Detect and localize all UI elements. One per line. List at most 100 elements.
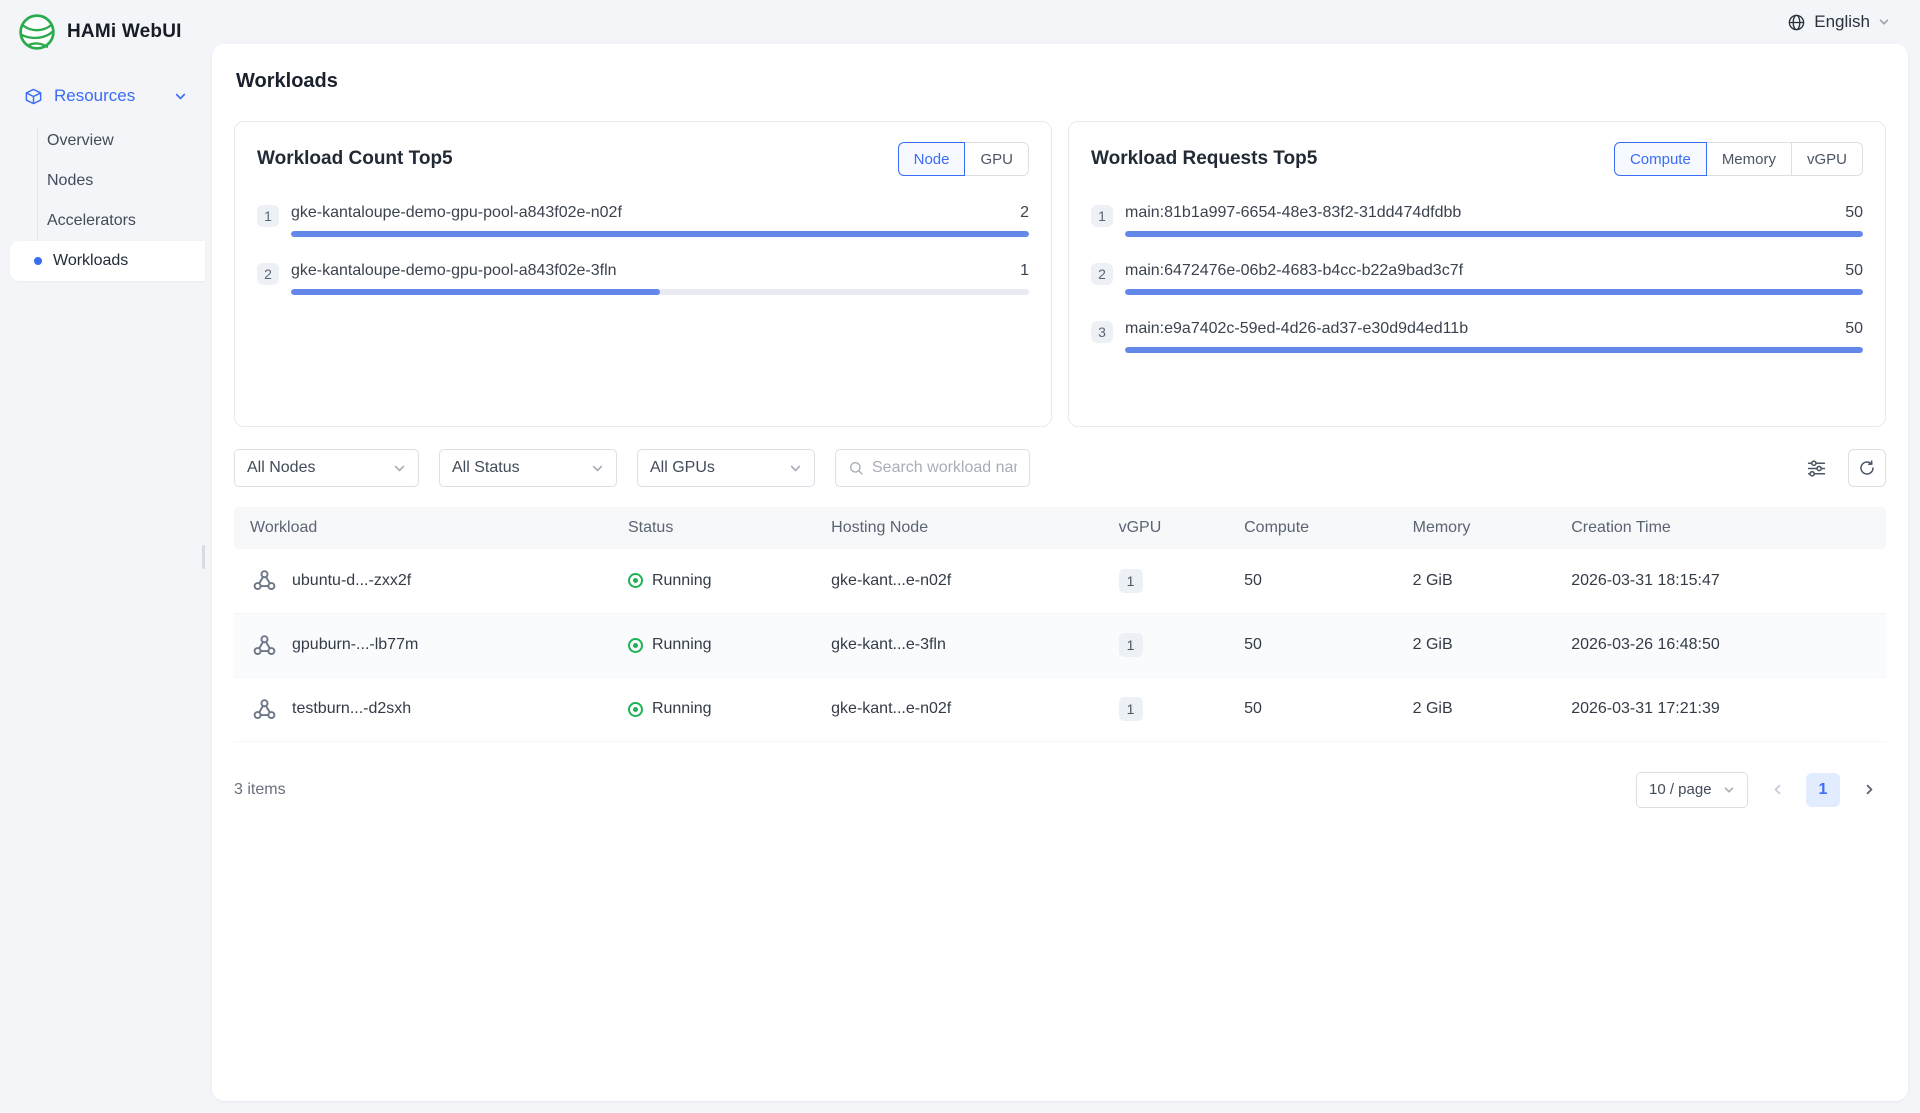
tab-compute[interactable]: Compute: [1614, 142, 1707, 176]
workloads-table: Workload Status Hosting Node vGPU Comput…: [234, 507, 1886, 742]
tab-node[interactable]: Node: [898, 142, 966, 176]
gpu-filter-select[interactable]: All GPUs: [637, 449, 815, 487]
tab-memory[interactable]: Memory: [1706, 142, 1792, 176]
sidebar-item-nodes[interactable]: Nodes: [0, 161, 205, 201]
sidebar-item-label: Nodes: [47, 172, 93, 190]
table-row[interactable]: gpuburn-...-lb77m Running gke-kant...e-3…: [234, 613, 1886, 677]
prev-page-button[interactable]: [1760, 773, 1794, 807]
language-label: English: [1814, 12, 1870, 32]
entry-name: gke-kantaloupe-demo-gpu-pool-a843f02e-3f…: [291, 262, 1006, 280]
workload-count-card: Workload Count Top5 Node GPU 1 gke-kanta…: [234, 121, 1052, 427]
status-filter-value: All Status: [452, 459, 520, 477]
count-entry-1: 1 gke-kantaloupe-demo-gpu-pool-a843f02e-…: [257, 204, 1029, 237]
workload-search: [835, 449, 1030, 487]
vgpu-badge: 1: [1119, 697, 1143, 721]
language-picker[interactable]: English: [1787, 12, 1890, 32]
col-header-creation-time: Creation Time: [1557, 507, 1886, 549]
running-status-icon: [628, 638, 643, 653]
requests-card-tab-group: Compute Memory vGPU: [1614, 142, 1863, 176]
workload-requests-title: Workload Requests Top5: [1091, 148, 1317, 170]
node-filter-value: All Nodes: [247, 459, 315, 477]
node-filter-select[interactable]: All Nodes: [234, 449, 419, 487]
memory-value: 2 GiB: [1399, 549, 1558, 613]
workload-icon: [250, 695, 279, 724]
request-entry-1: 1 main:81b1a997-6654-48e3-83f2-31dd474df…: [1091, 204, 1863, 237]
table-header-row: Workload Status Hosting Node vGPU Comput…: [234, 507, 1886, 549]
sidebar-item-accelerators[interactable]: Accelerators: [0, 201, 205, 241]
page-size-value: 10 / page: [1649, 781, 1712, 798]
request-entry-3: 3 main:e9a7402c-59ed-4d26-ad37-e30d9d4ed…: [1091, 320, 1863, 353]
entry-value: 50: [1845, 262, 1863, 280]
creation-time: 2026-03-31 18:15:47: [1557, 549, 1886, 613]
memory-value: 2 GiB: [1399, 677, 1558, 741]
rank-badge: 3: [1091, 321, 1113, 343]
sidebar-item-workloads[interactable]: Workloads: [10, 241, 205, 281]
sidebar-section-resources[interactable]: Resources: [0, 75, 205, 117]
workload-name[interactable]: testburn...-d2sxh: [292, 700, 411, 718]
status-label: Running: [652, 572, 712, 590]
refresh-button[interactable]: [1848, 449, 1886, 487]
entry-name: main:e9a7402c-59ed-4d26-ad37-e30d9d4ed11…: [1125, 320, 1831, 338]
chevron-right-icon: [1863, 783, 1876, 796]
main-column: English Workloads Workload Count Top5 No…: [205, 0, 1920, 1113]
hosting-node: gke-kant...e-n02f: [817, 549, 1104, 613]
chevron-down-icon: [1723, 784, 1735, 796]
col-header-compute: Compute: [1230, 507, 1399, 549]
sidebar-item-overview[interactable]: Overview: [0, 121, 205, 161]
entry-name: main:81b1a997-6654-48e3-83f2-31dd474dfdb…: [1125, 204, 1831, 222]
rank-badge: 2: [1091, 263, 1113, 285]
tab-vgpu[interactable]: vGPU: [1791, 142, 1863, 176]
column-settings-button[interactable]: [1798, 450, 1834, 486]
workload-count-title: Workload Count Top5: [257, 148, 453, 170]
entry-value: 1: [1020, 262, 1029, 280]
hosting-node: gke-kant...e-3fln: [817, 613, 1104, 677]
progress-bar-fill: [291, 289, 660, 295]
next-page-button[interactable]: [1852, 773, 1886, 807]
request-entry-2: 2 main:6472476e-06b2-4683-b4cc-b22a9bad3…: [1091, 262, 1863, 295]
hosting-node: gke-kant...e-n02f: [817, 677, 1104, 741]
content-card: Workloads Workload Count Top5 Node GPU 1: [212, 44, 1908, 1101]
hami-logo-icon: [18, 13, 56, 51]
progress-bar-fill: [1125, 347, 1863, 353]
status-filter-select[interactable]: All Status: [439, 449, 617, 487]
sidebar-item-label: Workloads: [53, 252, 128, 270]
entry-value: 50: [1845, 204, 1863, 222]
search-input[interactable]: [872, 459, 1017, 477]
sidebar-resize-handle[interactable]: [202, 545, 205, 569]
creation-time: 2026-03-26 16:48:50: [1557, 613, 1886, 677]
col-header-vgpu: vGPU: [1105, 507, 1231, 549]
total-items-label: 3 items: [234, 781, 286, 799]
status-label: Running: [652, 700, 712, 718]
progress-bar: [1125, 289, 1863, 295]
page-size-select[interactable]: 10 / page: [1636, 772, 1748, 808]
page-title: Workloads: [236, 70, 1886, 93]
search-icon: [848, 460, 864, 476]
progress-bar: [291, 289, 1029, 295]
entry-name: gke-kantaloupe-demo-gpu-pool-a843f02e-n0…: [291, 204, 1006, 222]
rank-badge: 1: [257, 205, 279, 227]
workload-name[interactable]: ubuntu-d...-zxx2f: [292, 572, 411, 590]
rank-badge: 2: [257, 263, 279, 285]
sidebar-item-label: Overview: [47, 132, 114, 150]
table-row[interactable]: testburn...-d2sxh Running gke-kant...e-n…: [234, 677, 1886, 741]
topbar: English: [205, 0, 1920, 44]
running-status-icon: [628, 702, 643, 717]
vgpu-badge: 1: [1119, 633, 1143, 657]
entry-value: 2: [1020, 204, 1029, 222]
col-header-memory: Memory: [1399, 507, 1558, 549]
sidebar-section-label: Resources: [54, 86, 135, 106]
tab-gpu[interactable]: GPU: [964, 142, 1029, 176]
count-card-tab-group: Node GPU: [898, 142, 1029, 176]
compute-value: 50: [1230, 549, 1399, 613]
chevron-down-icon: [393, 462, 406, 475]
page-number-1[interactable]: 1: [1806, 773, 1840, 807]
pagination-row: 3 items 10 / page 1: [234, 772, 1886, 808]
chevron-down-icon: [789, 462, 802, 475]
chevron-down-icon: [174, 90, 187, 103]
memory-value: 2 GiB: [1399, 613, 1558, 677]
workload-name[interactable]: gpuburn-...-lb77m: [292, 636, 418, 654]
workload-requests-card: Workload Requests Top5 Compute Memory vG…: [1068, 121, 1886, 427]
table-row[interactable]: ubuntu-d...-zxx2f Running gke-kant...e-n…: [234, 549, 1886, 613]
sidebar: HAMi WebUI Resources Overview Nodes: [0, 0, 205, 1113]
col-header-workload: Workload: [234, 507, 614, 549]
